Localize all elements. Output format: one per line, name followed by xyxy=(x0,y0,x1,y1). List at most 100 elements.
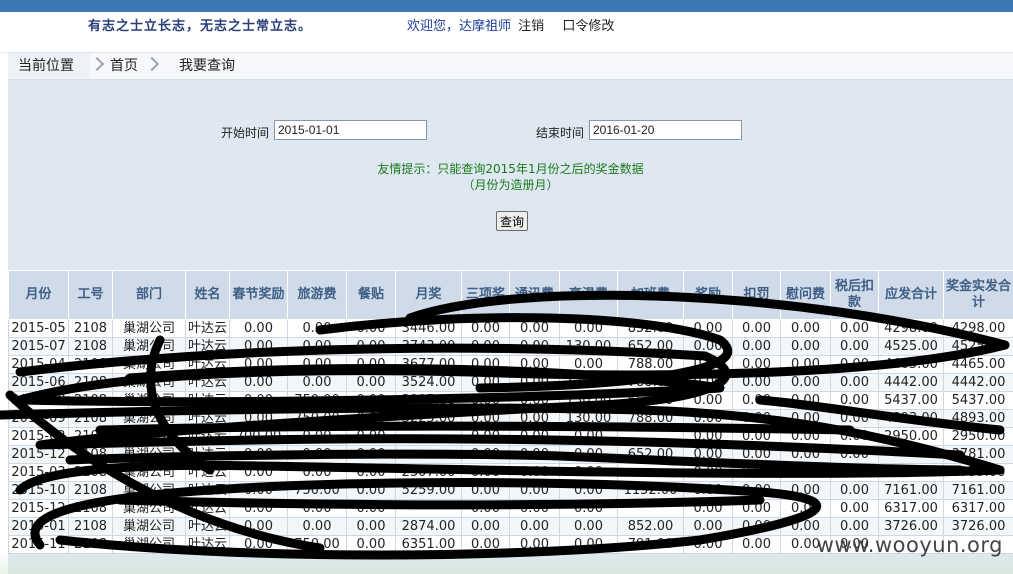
table-cell: 4893.00 xyxy=(943,409,1013,428)
table-cell: 788.00 xyxy=(617,409,684,428)
table-cell: 0.00 xyxy=(461,409,510,428)
table-cell: 0.00 xyxy=(461,355,510,374)
table-cell: 2108 xyxy=(68,355,113,374)
table-cell: 巢湖公司 xyxy=(112,319,186,338)
table-cell: 0.00 xyxy=(830,373,879,392)
table-cell: 2108 xyxy=(68,463,113,482)
top-stripe xyxy=(0,0,1013,12)
table-cell: 0.00 xyxy=(229,409,288,428)
table-cell: 0.00 xyxy=(509,517,560,536)
end-time-input[interactable] xyxy=(589,120,742,140)
table-cell: 0.00 xyxy=(559,355,618,374)
table-cell: 2108 xyxy=(68,409,113,428)
table-cell xyxy=(395,427,462,446)
column-header: 餐贴 xyxy=(346,270,396,320)
table-cell: 0.00 xyxy=(732,445,781,464)
breadcrumb-label: 当前位置 xyxy=(8,53,90,79)
table-cell: 4525.00 xyxy=(943,337,1013,356)
table-cell: 0.00 xyxy=(683,373,733,392)
table-cell: 0.00 xyxy=(683,517,733,536)
table-cell: 0.00 xyxy=(780,391,831,410)
table-cell: 0.00 xyxy=(732,517,781,536)
table-cell: 6317.00 xyxy=(943,499,1013,518)
table-cell: 0.00 xyxy=(229,355,288,374)
start-time-input[interactable] xyxy=(274,120,427,140)
table-cell: 0.00 xyxy=(287,337,347,356)
table-cell: 3225.00 xyxy=(395,409,462,428)
table-cell: 5259.00 xyxy=(395,481,462,500)
table-cell: 2015-07 xyxy=(8,337,69,356)
table-cell: 0.00 xyxy=(559,481,618,500)
table-cell: 130.00 xyxy=(559,337,618,356)
table-cell: 0.00 xyxy=(683,481,733,500)
table-cell: 0.00 xyxy=(830,355,879,374)
query-button[interactable]: 查询 xyxy=(496,211,529,231)
table-row: 2015-12 2108 巢湖公司 叶达云 0.00 0.00 0.00 0.00 0.00 0.… xyxy=(8,499,1013,518)
table-cell: 3446.00 xyxy=(395,319,462,338)
table-cell: 2015-11 xyxy=(8,535,69,554)
table-cell: 0.00 xyxy=(509,481,560,500)
table-cell: 652.00 xyxy=(617,445,684,464)
table-cell: 0.00 xyxy=(287,319,347,338)
table-cell: 2015-06 xyxy=(8,373,69,392)
table-cell: 0.00 xyxy=(683,337,733,356)
table-cell: 叶达云 xyxy=(185,373,230,392)
table-cell: 6351.00 xyxy=(395,535,462,554)
table-cell: 0.00 xyxy=(683,391,733,410)
table-cell: 巢湖公司 xyxy=(112,409,186,428)
table-row: 2015-05 2108 巢湖公司 叶达云 0.00 0.00 0.00 3446.00 0.0… xyxy=(8,319,1013,338)
table-cell: 巢湖公司 xyxy=(112,499,186,518)
table-body: 2015-05 2108 巢湖公司 叶达云 0.00 0.00 0.00 3446.00 0.0… xyxy=(8,319,1013,554)
table-row: 2015-06 2108 巢湖公司 叶达云 0.00 0.00 0.00 3524.00 0.0… xyxy=(8,373,1013,392)
user-bar: 欢迎您，达摩祖师 注销 口令修改 xyxy=(407,15,614,34)
table-cell: 叶达云 xyxy=(185,481,230,500)
table-cell: 2015-10 xyxy=(8,481,69,500)
table-cell: 叶达云 xyxy=(185,427,230,446)
table-cell: 0.00 xyxy=(509,463,560,482)
table-cell: 2108 xyxy=(68,391,113,410)
table-cell: 4442.00 xyxy=(943,373,1013,392)
table-cell: 0.00 xyxy=(229,445,288,464)
table-cell: 0.00 xyxy=(229,337,288,356)
slogan-text: 有志之士立长志，无志之士常立志。 xyxy=(88,19,313,34)
table-cell: 0.00 xyxy=(229,373,288,392)
table-cell: 0.00 xyxy=(683,319,733,338)
column-header: 高温费 xyxy=(559,270,618,320)
table-cell: 750.00 xyxy=(287,535,347,554)
table-cell: 0.00 xyxy=(559,319,618,338)
start-time-label: 开始时间 xyxy=(221,126,270,140)
logout-link[interactable]: 注销 xyxy=(518,19,544,34)
table-cell: 0.00 xyxy=(780,373,831,392)
column-header: 工号 xyxy=(68,270,113,320)
table-cell: 788.00 xyxy=(617,373,684,392)
table-cell: 0.00 xyxy=(830,481,879,500)
table-cell: 4525.00 xyxy=(878,337,944,356)
column-header: 旅游费 xyxy=(287,270,347,320)
table-cell: 叶达云 xyxy=(185,535,230,554)
table-cell: 0.00 xyxy=(683,535,733,554)
table-cell: 0.00 xyxy=(461,445,510,464)
header-bar: 有志之士立长志，无志之士常立志。 欢迎您，达摩祖师 注销 口令修改 xyxy=(0,12,1013,53)
table-cell: 3781.00 xyxy=(943,445,1013,464)
table-cell: 巢湖公司 xyxy=(112,535,186,554)
table-cell: 2015-01 xyxy=(8,517,69,536)
table-cell: 3524.00 xyxy=(395,373,462,392)
table-cell: 0.00 xyxy=(287,373,347,392)
table-cell: 0.00 xyxy=(780,445,831,464)
table-cell: 0.00 xyxy=(346,373,396,392)
table-cell: 0.00 xyxy=(732,355,781,374)
table-cell: 2015-04 xyxy=(8,355,69,374)
breadcrumb-home-link[interactable]: 首页 xyxy=(110,53,138,79)
table-cell: 0.00 xyxy=(346,445,396,464)
change-password-link[interactable]: 口令修改 xyxy=(562,19,614,34)
table-cell: 2015-03 xyxy=(8,463,69,482)
table-cell: 0.00 xyxy=(461,391,510,410)
table-cell: 4465.00 xyxy=(878,355,944,374)
table-cell xyxy=(395,445,462,464)
table-cell: 3743.00 xyxy=(395,337,462,356)
table-cell: 0.00 xyxy=(830,445,879,464)
table-cell: 0.00 xyxy=(287,355,347,374)
table-cell: 3677.00 xyxy=(395,355,462,374)
table-cell: 0.00 xyxy=(732,481,781,500)
column-header: 慰问费 xyxy=(780,270,831,320)
